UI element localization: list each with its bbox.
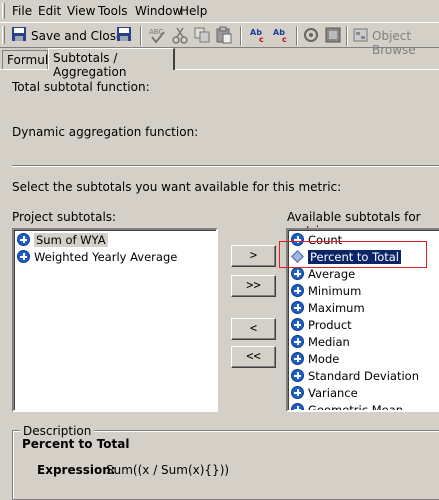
object-browser-icon[interactable] — [352, 26, 370, 44]
cut-icon[interactable] — [171, 26, 189, 44]
toolbar-grip — [2, 26, 5, 44]
plus-icon — [291, 369, 304, 382]
expression-label: Expression: — [37, 463, 116, 477]
menu-window[interactable]: Window — [135, 4, 182, 18]
find-replace-icon[interactable]: Ab c — [273, 26, 291, 44]
expression-value: Sum((x / Sum(x){})) — [106, 463, 230, 477]
properties-icon[interactable] — [324, 26, 342, 44]
select-subtotals-instruction: Select the subtotals you want available … — [12, 180, 342, 194]
tab-subtotals-label: Subtotals / Aggregation — [53, 51, 127, 79]
toolbar-separator — [346, 26, 348, 46]
list-item-label: Geometric Mean — [308, 402, 404, 412]
plus-icon — [291, 335, 304, 348]
save-icon[interactable] — [116, 26, 134, 44]
tab-formula[interactable]: Formula — [2, 50, 56, 70]
list-item[interactable]: Mode — [291, 350, 339, 367]
list-item-label: Variance — [308, 385, 358, 400]
list-item[interactable]: Maximum — [291, 299, 365, 316]
plus-icon — [291, 386, 304, 399]
description-title: Percent to Total — [22, 437, 130, 451]
plus-icon — [17, 233, 30, 246]
svg-text:c: c — [282, 35, 287, 44]
list-item-label: Standard Deviation — [308, 368, 419, 383]
svg-text:c: c — [259, 35, 264, 44]
list-item[interactable]: Standard Deviation — [291, 367, 419, 384]
total-subtotal-function-label: Total subtotal function: — [12, 80, 150, 94]
list-item-label: Mode — [308, 351, 340, 366]
add-all-button[interactable]: >> — [231, 275, 276, 297]
menu-file[interactable]: File — [12, 4, 32, 18]
list-item-label: Sum of WYA — [34, 232, 108, 247]
list-item[interactable]: Minimum — [291, 282, 361, 299]
list-item-label: Average — [308, 266, 356, 281]
paste-icon[interactable] — [215, 26, 233, 44]
plus-icon — [291, 301, 304, 314]
save-and-close-button[interactable]: Save and Close — [31, 29, 123, 43]
spell-check-icon[interactable]: Ab c — [250, 26, 268, 44]
tab-bar: Formula Subtotals / Aggregation — [0, 48, 439, 79]
remove-all-button[interactable]: << — [231, 346, 276, 368]
list-item[interactable]: Variance — [291, 384, 358, 401]
list-item-label: Weighted Yearly Average — [34, 249, 178, 264]
add-button[interactable]: > — [231, 245, 276, 267]
list-item-label: Maximum — [308, 300, 365, 315]
list-item[interactable]: Sum of WYA — [17, 231, 108, 248]
list-item[interactable]: Product — [291, 316, 352, 333]
copy-icon[interactable] — [193, 26, 211, 44]
dynamic-aggregation-function-label: Dynamic aggregation function: — [12, 125, 199, 139]
list-item-label: Median — [308, 334, 350, 349]
plus-icon — [291, 318, 304, 331]
tools-icon[interactable] — [302, 26, 320, 44]
menubar-grip — [2, 3, 5, 19]
description-legend: Description — [20, 424, 95, 438]
remove-button[interactable]: < — [231, 318, 276, 340]
toolbar-separator — [140, 26, 142, 46]
list-item[interactable]: Weighted Yearly Average — [17, 248, 177, 265]
toolbar-separator — [240, 26, 242, 46]
plus-icon — [291, 352, 304, 365]
menu-tools[interactable]: Tools — [98, 4, 128, 18]
plus-icon — [291, 403, 304, 410]
menu-view[interactable]: View — [67, 4, 95, 18]
project-subtotals-label: Project subtotals: — [12, 210, 117, 224]
highlight-annotation — [279, 241, 427, 268]
list-item[interactable]: Geometric Mean — [291, 401, 404, 412]
list-item[interactable]: Median — [291, 333, 350, 350]
menu-edit[interactable]: Edit — [38, 4, 61, 18]
plus-icon — [291, 267, 304, 280]
list-item-label: Product — [308, 317, 352, 332]
menu-bar: File Edit View Tools Window Help — [0, 0, 439, 22]
project-subtotals-list[interactable]: Sum of WYA Weighted Yearly Average — [12, 228, 218, 412]
plus-icon — [291, 284, 304, 297]
plus-icon — [17, 250, 30, 263]
menu-help[interactable]: Help — [180, 4, 207, 18]
separator-line — [12, 165, 439, 167]
check-syntax-icon[interactable]: ABC — [148, 26, 166, 44]
toolbar: Save and Close ABC Ab c Ab c Object Browse — [0, 22, 439, 57]
tab-subtotals-aggregation[interactable]: Subtotals / Aggregation — [48, 48, 175, 79]
list-item-label: Minimum — [308, 283, 362, 298]
save-disk-icon[interactable] — [11, 26, 29, 44]
toolbar-separator — [296, 26, 298, 46]
